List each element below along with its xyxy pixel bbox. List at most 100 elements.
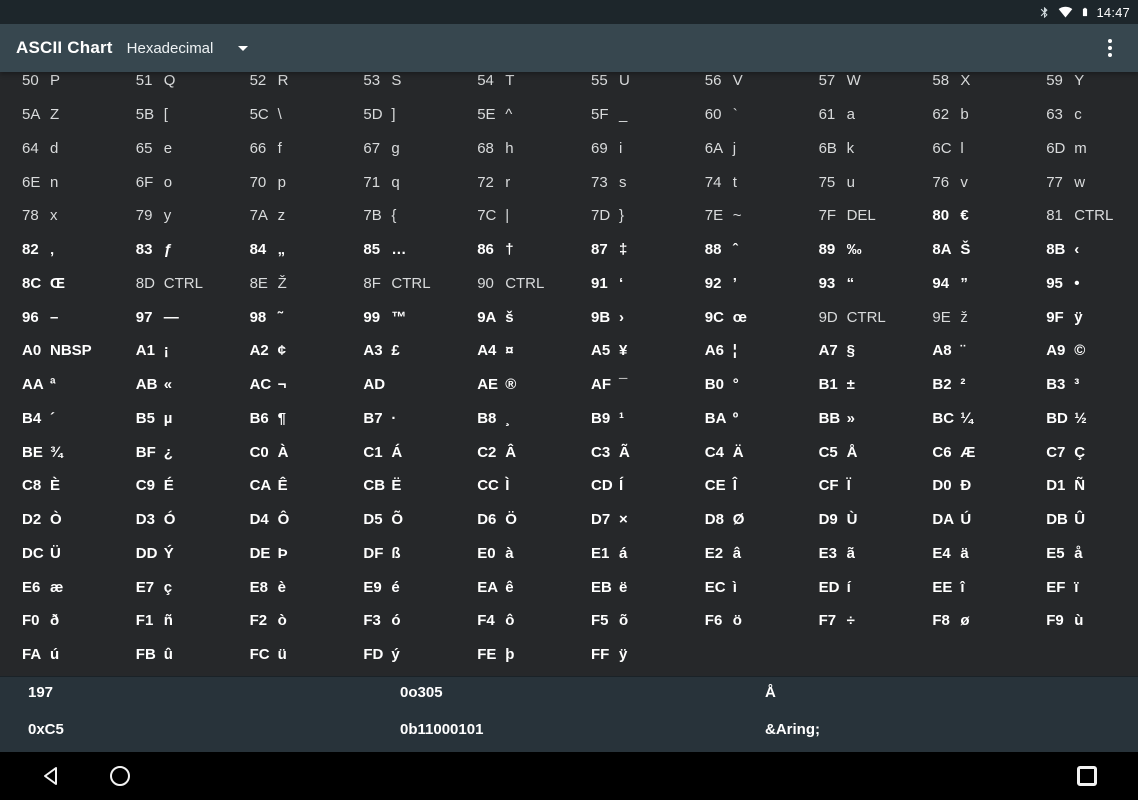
grid-cell-62[interactable]: 62b bbox=[910, 98, 1024, 132]
grid-cell-7D[interactable]: 7D} bbox=[569, 199, 683, 233]
grid-cell-CB[interactable]: CBË bbox=[341, 469, 455, 503]
grid-cell-56[interactable]: 56V bbox=[683, 72, 797, 98]
grid-cell-76[interactable]: 76v bbox=[910, 165, 1024, 199]
grid-cell-79[interactable]: 79y bbox=[114, 199, 228, 233]
grid-cell-9A[interactable]: 9Aš bbox=[455, 300, 569, 334]
grid-cell-F0[interactable]: F0ð bbox=[0, 604, 114, 638]
grid-cell-C6[interactable]: C6Æ bbox=[910, 435, 1024, 469]
grid-cell-C7[interactable]: C7Ç bbox=[1024, 435, 1138, 469]
grid-cell-A1[interactable]: A1¡ bbox=[114, 334, 228, 368]
grid-cell-B2[interactable]: B2² bbox=[910, 368, 1024, 402]
grid-cell-88[interactable]: 88ˆ bbox=[683, 233, 797, 267]
grid-cell-54[interactable]: 54T bbox=[455, 72, 569, 98]
grid-cell-70[interactable]: 70p bbox=[228, 165, 342, 199]
grid-cell-AC[interactable]: AC¬ bbox=[228, 368, 342, 402]
grid-cell-E0[interactable]: E0à bbox=[455, 537, 569, 571]
grid-cell-69[interactable]: 69i bbox=[569, 132, 683, 166]
grid-cell-71[interactable]: 71q bbox=[341, 165, 455, 199]
grid-cell-F3[interactable]: F3ó bbox=[341, 604, 455, 638]
grid-cell-53[interactable]: 53S bbox=[341, 72, 455, 98]
back-icon[interactable] bbox=[40, 765, 62, 787]
grid-cell-E4[interactable]: E4ä bbox=[910, 537, 1024, 571]
grid-cell-89[interactable]: 89‰ bbox=[797, 233, 911, 267]
grid-cell-A8[interactable]: A8¨ bbox=[910, 334, 1024, 368]
grid-cell-68[interactable]: 68h bbox=[455, 132, 569, 166]
grid-cell-B3[interactable]: B3³ bbox=[1024, 368, 1138, 402]
grid-cell-7E[interactable]: 7E~ bbox=[683, 199, 797, 233]
grid-cell-60[interactable]: 60` bbox=[683, 98, 797, 132]
grid-cell-EA[interactable]: EAê bbox=[455, 570, 569, 604]
grid-cell-DE[interactable]: DEÞ bbox=[228, 537, 342, 571]
grid-cell-F4[interactable]: F4ô bbox=[455, 604, 569, 638]
grid-cell-D3[interactable]: D3Ó bbox=[114, 503, 228, 537]
grid-cell-8A[interactable]: 8AŠ bbox=[910, 233, 1024, 267]
grid-cell-5C[interactable]: 5C\ bbox=[228, 98, 342, 132]
grid-cell-B7[interactable]: B7· bbox=[341, 402, 455, 436]
grid-cell-7F[interactable]: 7FDEL bbox=[797, 199, 911, 233]
grid-cell-F2[interactable]: F2ò bbox=[228, 604, 342, 638]
grid-cell-C4[interactable]: C4Ä bbox=[683, 435, 797, 469]
grid-cell-93[interactable]: 93“ bbox=[797, 267, 911, 301]
grid-cell-F6[interactable]: F6ö bbox=[683, 604, 797, 638]
grid-cell-AB[interactable]: AB« bbox=[114, 368, 228, 402]
grid-cell-85[interactable]: 85… bbox=[341, 233, 455, 267]
grid-cell-FC[interactable]: FCü bbox=[228, 638, 342, 672]
grid-cell-8D[interactable]: 8DCTRL bbox=[114, 267, 228, 301]
grid-cell-5B[interactable]: 5B[ bbox=[114, 98, 228, 132]
grid-cell-8C[interactable]: 8CŒ bbox=[0, 267, 114, 301]
grid-cell-BA[interactable]: BAº bbox=[683, 402, 797, 436]
grid-cell-A3[interactable]: A3£ bbox=[341, 334, 455, 368]
grid-cell-E3[interactable]: E3ã bbox=[797, 537, 911, 571]
grid-cell-C5[interactable]: C5Å bbox=[797, 435, 911, 469]
grid-cell-75[interactable]: 75u bbox=[797, 165, 911, 199]
grid-cell-BF[interactable]: BF¿ bbox=[114, 435, 228, 469]
grid-cell-C3[interactable]: C3Ã bbox=[569, 435, 683, 469]
grid-cell-D4[interactable]: D4Ô bbox=[228, 503, 342, 537]
grid-cell-67[interactable]: 67g bbox=[341, 132, 455, 166]
grid-cell-5A[interactable]: 5AZ bbox=[0, 98, 114, 132]
grid-cell-C0[interactable]: C0À bbox=[228, 435, 342, 469]
base-mode-dropdown[interactable]: Hexadecimal bbox=[127, 40, 249, 57]
grid-cell-A4[interactable]: A4¤ bbox=[455, 334, 569, 368]
grid-cell-B0[interactable]: B0° bbox=[683, 368, 797, 402]
grid-cell-DD[interactable]: DDÝ bbox=[114, 537, 228, 571]
grid-cell-6B[interactable]: 6Bk bbox=[797, 132, 911, 166]
grid-cell-E7[interactable]: E7ç bbox=[114, 570, 228, 604]
grid-cell-A7[interactable]: A7§ bbox=[797, 334, 911, 368]
grid-cell-D6[interactable]: D6Ö bbox=[455, 503, 569, 537]
grid-cell-5F[interactable]: 5F_ bbox=[569, 98, 683, 132]
grid-cell-B4[interactable]: B4´ bbox=[0, 402, 114, 436]
grid-cell-73[interactable]: 73s bbox=[569, 165, 683, 199]
grid-cell-E9[interactable]: E9é bbox=[341, 570, 455, 604]
grid-cell-81[interactable]: 81CTRL bbox=[1024, 199, 1138, 233]
grid-cell-A5[interactable]: A5¥ bbox=[569, 334, 683, 368]
grid-cell-6E[interactable]: 6En bbox=[0, 165, 114, 199]
grid-cell-8F[interactable]: 8FCTRL bbox=[341, 267, 455, 301]
grid-cell-80[interactable]: 80€ bbox=[910, 199, 1024, 233]
grid-cell-CD[interactable]: CDÍ bbox=[569, 469, 683, 503]
grid-cell-51[interactable]: 51Q bbox=[114, 72, 228, 98]
grid-cell-AF[interactable]: AF¯ bbox=[569, 368, 683, 402]
grid-cell-57[interactable]: 57W bbox=[797, 72, 911, 98]
grid-cell-5D[interactable]: 5D] bbox=[341, 98, 455, 132]
grid-cell-94[interactable]: 94” bbox=[910, 267, 1024, 301]
grid-cell-7B[interactable]: 7B{ bbox=[341, 199, 455, 233]
recents-icon[interactable] bbox=[1076, 765, 1098, 787]
grid-cell-EF[interactable]: EFï bbox=[1024, 570, 1138, 604]
grid-cell-F7[interactable]: F7÷ bbox=[797, 604, 911, 638]
grid-cell-BB[interactable]: BB» bbox=[797, 402, 911, 436]
grid-cell-FF[interactable]: FFÿ bbox=[569, 638, 683, 672]
grid-cell-6C[interactable]: 6Cl bbox=[910, 132, 1024, 166]
grid-cell-65[interactable]: 65e bbox=[114, 132, 228, 166]
grid-cell-90[interactable]: 90CTRL bbox=[455, 267, 569, 301]
grid-cell-C9[interactable]: C9É bbox=[114, 469, 228, 503]
grid-cell-ED[interactable]: EDí bbox=[797, 570, 911, 604]
grid-cell-9E[interactable]: 9Ež bbox=[910, 300, 1024, 334]
grid-cell-55[interactable]: 55U bbox=[569, 72, 683, 98]
grid-cell-EC[interactable]: ECì bbox=[683, 570, 797, 604]
grid-cell-B9[interactable]: B9¹ bbox=[569, 402, 683, 436]
grid-cell-E6[interactable]: E6æ bbox=[0, 570, 114, 604]
grid-cell-6A[interactable]: 6Aj bbox=[683, 132, 797, 166]
grid-cell-66[interactable]: 66f bbox=[228, 132, 342, 166]
grid-cell-D9[interactable]: D9Ù bbox=[797, 503, 911, 537]
